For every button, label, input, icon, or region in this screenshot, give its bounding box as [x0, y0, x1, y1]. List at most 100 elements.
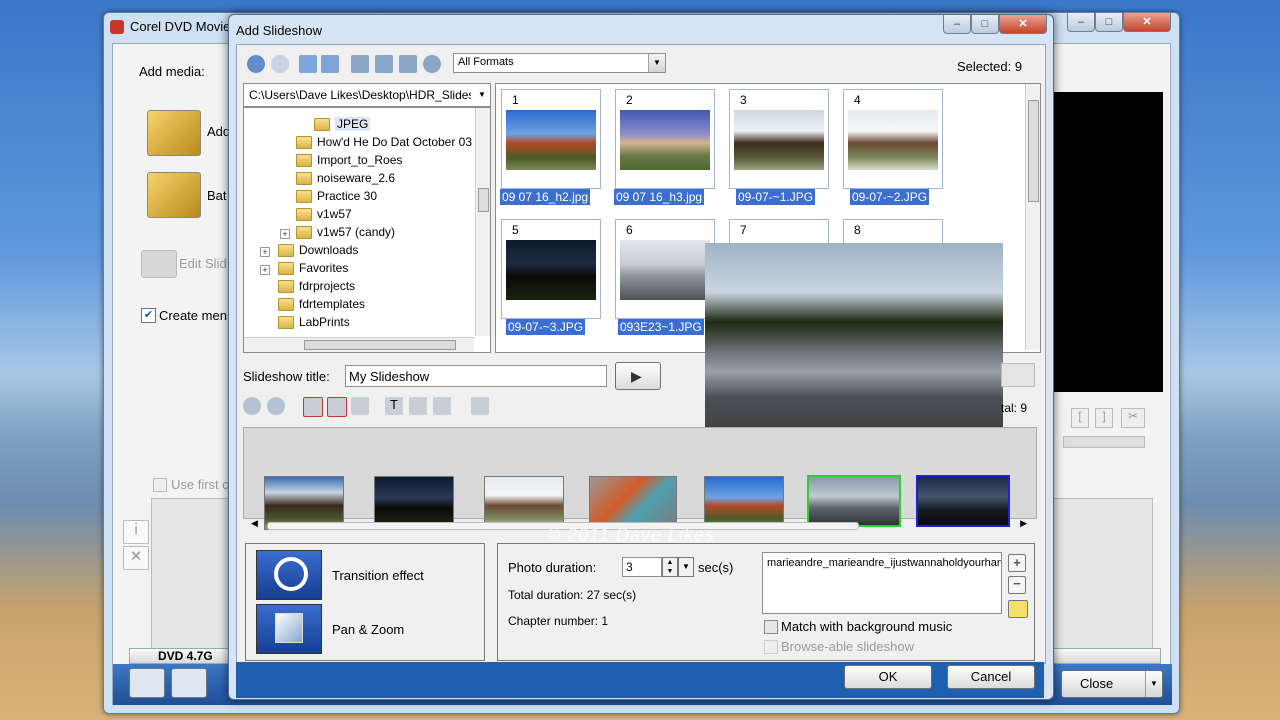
batch-add-icon[interactable] — [147, 172, 201, 218]
format-filter-select[interactable]: All Formats ▼ — [453, 53, 666, 73]
tree-scroll-thumb[interactable] — [478, 188, 489, 212]
pan-zoom-label[interactable]: Pan & Zoom — [332, 622, 404, 637]
settings-gear-icon[interactable] — [171, 668, 207, 698]
thumbnail-1[interactable]: 1 — [501, 89, 601, 189]
browsable-checkbox[interactable] — [764, 640, 778, 654]
tree-item-downloads[interactable]: Downloads — [278, 241, 358, 259]
tree-item-v1w57[interactable]: v1w57 — [296, 205, 352, 223]
delete-icon[interactable]: ✕ — [123, 546, 149, 570]
zoom-icon[interactable] — [409, 397, 427, 415]
thumbnail-6[interactable]: 6 — [615, 219, 715, 319]
tree-item-jpeg[interactable]: JPEG — [314, 115, 371, 133]
expand-icon[interactable]: + — [280, 229, 290, 239]
batch-label[interactable]: Bat — [207, 188, 227, 203]
strip-slide-6[interactable] — [807, 475, 901, 527]
tree-item-v1w57-candy[interactable]: v1w57 (candy) — [296, 223, 395, 241]
mark-in-icon[interactable]: [ — [1071, 408, 1089, 428]
settings-icon[interactable] — [471, 397, 489, 415]
hidden-button[interactable] — [1001, 363, 1035, 387]
duration-up-icon[interactable]: ▲ ▼ — [662, 557, 678, 577]
add-label[interactable]: Add — [207, 124, 230, 139]
tree-item-howd[interactable]: How'd He Do Dat October 03 — [296, 133, 472, 151]
add-to-strip-button[interactable]: ▶ — [615, 362, 661, 390]
create-menu-checkbox[interactable]: ✔ — [141, 308, 156, 323]
tree-item-import[interactable]: Import_to_Roes — [296, 151, 402, 169]
forward-arrow-icon[interactable] — [271, 55, 289, 73]
cancel-button[interactable]: Cancel — [947, 665, 1035, 689]
thumbnail-filename[interactable]: 09 07 16_h2.jpg — [500, 189, 591, 205]
view-mode-icon[interactable] — [399, 55, 417, 73]
tree-hscroll-thumb[interactable] — [304, 340, 456, 350]
thumbnail-filename[interactable]: 09-07-~3.JPG — [506, 319, 586, 335]
rotate-right-icon[interactable] — [267, 397, 285, 415]
bg-minimize-button[interactable]: – — [1067, 13, 1095, 32]
folder-tree[interactable]: JPEG How'd He Do Dat October 03 Import_t… — [243, 107, 491, 353]
add-media-icon[interactable] — [147, 110, 201, 156]
thumbnail-filename[interactable]: 09-07-~2.JPG — [850, 189, 930, 205]
bg-maximize-button[interactable]: □ — [1095, 13, 1123, 32]
thumbnail-filename[interactable]: 093E23~1.JPG — [618, 319, 704, 335]
search-folder-icon[interactable] — [375, 55, 393, 73]
tree-item-fdrprojects[interactable]: fdrprojects — [278, 277, 355, 295]
up-folder-icon[interactable] — [299, 55, 317, 73]
renumber-icon[interactable] — [351, 397, 369, 415]
use-first-checkbox[interactable] — [153, 478, 167, 492]
export-icon[interactable] — [433, 397, 451, 415]
slideshow-title-input[interactable] — [345, 365, 607, 387]
mark-out-icon[interactable]: ] — [1095, 408, 1113, 428]
tree-item-noiseware[interactable]: noiseware_2.6 — [296, 169, 395, 187]
strip-scroll-right-icon[interactable]: ▶ — [1020, 518, 1027, 529]
rotate-left-icon[interactable] — [243, 397, 261, 415]
info-icon[interactable]: i — [123, 520, 149, 544]
scissors-icon[interactable]: ✂ — [1121, 408, 1145, 428]
transition-effect-label[interactable]: Transition effect — [332, 568, 424, 583]
path-dropdown-icon[interactable]: ▼ — [474, 84, 490, 106]
tree-item-label: LabPrints — [299, 315, 350, 329]
tree-vertical-scrollbar[interactable] — [475, 108, 490, 336]
grid-vertical-scrollbar[interactable] — [1025, 84, 1040, 350]
back-arrow-icon[interactable] — [247, 55, 265, 73]
match-music-checkbox[interactable] — [764, 620, 778, 634]
list-view-icon[interactable] — [129, 668, 165, 698]
pan-zoom-button[interactable] — [256, 604, 322, 654]
ok-button[interactable]: OK — [844, 665, 932, 689]
thumbnail-filename[interactable]: 09-07-~1.JPG — [736, 189, 816, 205]
sort-icon[interactable] — [351, 55, 369, 73]
remove-icon[interactable] — [303, 397, 323, 417]
strip-slide-7[interactable] — [916, 475, 1010, 527]
close-dropdown-icon[interactable]: ▼ — [1145, 671, 1162, 697]
bg-close-button[interactable]: Close ▼ — [1061, 670, 1163, 698]
dlg-close-button[interactable]: ✕ — [999, 15, 1047, 34]
music-file-box[interactable]: marieandre_marieandre_ijustwannaholdyour… — [762, 552, 1002, 614]
add-music-icon[interactable]: + — [1008, 554, 1026, 572]
dlg-minimize-button[interactable]: – — [943, 15, 971, 34]
thumbnail-5[interactable]: 5 — [501, 219, 601, 319]
strip-scroll-left-icon[interactable]: ◀ — [251, 518, 258, 529]
new-folder-icon[interactable] — [321, 55, 339, 73]
tree-item-practice[interactable]: Practice 30 — [296, 187, 377, 205]
format-dropdown-icon[interactable]: ▼ — [648, 54, 665, 72]
bg-close-window-button[interactable]: ✕ — [1123, 13, 1171, 32]
dlg-maximize-button[interactable]: □ — [971, 15, 999, 34]
tree-item-labprints[interactable]: LabPrints — [278, 313, 350, 331]
remove-all-icon[interactable] — [327, 397, 347, 417]
bg-slider[interactable] — [1063, 436, 1145, 448]
duration-dropdown-icon[interactable]: ▼ — [678, 557, 694, 577]
refresh-icon[interactable] — [423, 55, 441, 73]
path-select[interactable]: C:\Users\Dave Likes\Desktop\HDR_Slides ▼ — [243, 83, 491, 107]
remove-music-icon[interactable]: − — [1008, 576, 1026, 594]
photo-duration-input[interactable] — [622, 557, 662, 577]
expand-icon[interactable]: + — [260, 247, 270, 257]
grid-scroll-thumb[interactable] — [1028, 100, 1039, 202]
tree-item-favorites[interactable]: Favorites — [278, 259, 348, 277]
thumbnail-2[interactable]: 2 — [615, 89, 715, 189]
music-levels-icon[interactable] — [1008, 600, 1028, 618]
tree-item-fdrtemplates[interactable]: fdrtemplates — [278, 295, 365, 313]
expand-icon[interactable]: + — [260, 265, 270, 275]
thumbnail-filename[interactable]: 09 07 16_h3.jpg — [614, 189, 705, 205]
transition-effect-button[interactable] — [256, 550, 322, 600]
text-icon[interactable]: T — [385, 397, 403, 415]
thumbnail-4[interactable]: 4 — [843, 89, 943, 189]
tree-horizontal-scrollbar[interactable] — [244, 337, 474, 352]
thumbnail-3[interactable]: 3 — [729, 89, 829, 189]
